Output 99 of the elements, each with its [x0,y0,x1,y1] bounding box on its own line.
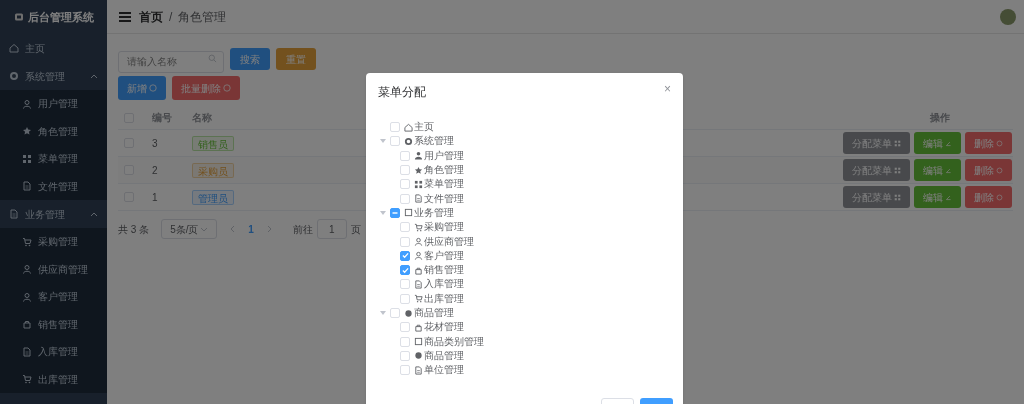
user-icon [414,237,423,246]
document-icon [414,279,423,289]
close-button[interactable]: × [664,83,671,95]
cart-icon [414,294,423,304]
grid-icon [414,179,423,189]
document-icon [414,194,423,204]
cart-icon [22,374,32,385]
goto-suffix: 页 [350,222,361,237]
dash-icon [392,209,398,216]
document-icon [22,181,32,192]
chevron-right-icon [265,225,273,233]
square-icon [414,337,423,347]
chevron-down-icon [200,225,209,233]
cart-icon [414,222,423,232]
user-icon [22,98,32,109]
grid-icon [22,153,32,164]
breadcrumb-item: 角色管理 [178,8,227,26]
tree-node-label[interactable]: 供应商管理 [424,236,474,247]
tree-node-label[interactable]: 入库管理 [424,279,464,290]
home-icon [9,43,19,53]
app-title: 后台管理系统 [27,9,94,25]
star-icon [414,165,423,175]
dialog-title: 菜单分配 [378,84,426,101]
tree-checkbox[interactable] [400,265,410,276]
edit-button[interactable]: 编辑 [914,159,961,181]
circle-icon [996,166,1003,174]
sidebar-subitem[interactable]: 采购管理 [0,228,107,256]
goto-label: 前往 [292,222,313,237]
sidebar-subitem[interactable]: 角色管理 [0,117,107,145]
search-icon [208,54,217,63]
edit-icon [945,139,952,147]
tree-node-label[interactable]: 角色管理 [424,165,464,176]
tree-node-label[interactable]: 客户管理 [424,250,464,261]
tree-node-label[interactable]: 用户管理 [424,150,464,161]
logo-icon [13,12,24,22]
circle-icon [414,351,423,361]
table-cell-text: 1 [152,190,158,205]
sidebar-subitem[interactable]: 销售管理 [0,310,107,338]
grid-icon [894,139,901,147]
gear-icon [9,71,19,81]
edit-button[interactable]: 编辑 [914,132,961,154]
circle-icon [996,139,1003,147]
home-icon [404,122,413,132]
document-icon [9,209,19,219]
plus-circle-icon [223,84,231,92]
bag-icon [414,322,423,332]
breadcrumb-item[interactable]: 首页 [139,7,163,26]
user-icon [22,291,32,302]
tree-node-label[interactable]: 商品管理 [424,350,464,361]
circle-icon [996,193,1003,201]
grid-icon [894,166,901,174]
tree-node-label[interactable]: 出库管理 [424,293,464,304]
tree-checkbox[interactable] [390,207,400,218]
reset-button[interactable]: 重置 [276,48,316,70]
tree-node-label[interactable]: 花材管理 [424,322,464,333]
tree-node-label[interactable]: 单位管理 [424,365,464,376]
search-button[interactable]: 搜索 [230,48,270,70]
tree-node-label[interactable]: 采购管理 [424,222,464,233]
sidebar-subitem[interactable]: 用户管理 [0,90,107,118]
gear-icon [404,136,413,146]
table-cell-text: 3 [152,136,158,151]
table-cell-text: 2 [152,163,158,178]
bag-icon [414,265,423,275]
tree-node-label[interactable]: 销售管理 [424,265,464,276]
tree-node-label[interactable]: 业务管理 [414,207,454,218]
add-button[interactable]: 新增 [118,76,166,100]
tree-node-label[interactable]: 商品管理 [414,308,454,318]
sidebar-subitem[interactable]: 文件管理 [0,172,107,200]
total-count: 共 3 条 [118,222,150,237]
page-size-select[interactable]: 5条/页 [161,219,218,239]
edit-icon [945,166,952,174]
bag-icon [22,319,32,330]
menu-icon[interactable] [119,11,131,22]
star-icon [22,126,32,137]
edit-button[interactable]: 编辑 [914,186,961,208]
sidebar-subitem[interactable]: 供应商管理 [0,255,107,283]
grid-icon [894,193,901,201]
sidebar-subitem[interactable]: 客户管理 [0,283,107,311]
tree-node-label[interactable]: 文件管理 [424,193,464,204]
user-icon [414,151,423,161]
goto-field[interactable]: 1 [316,219,347,239]
square-icon [404,208,413,218]
plus-circle-icon [149,84,157,92]
tree-node-label[interactable]: 菜单管理 [424,179,464,190]
avatar[interactable] [1000,8,1016,25]
chevron-left-icon [229,225,237,233]
document-icon [414,365,423,375]
tree-node-label[interactable]: 主页 [414,122,434,133]
tree-node-label[interactable]: 系统管理 [414,136,454,147]
edit-icon [945,193,952,201]
user-icon [22,264,32,275]
tree-node-label[interactable]: 商品类别管理 [424,336,484,347]
breadcrumb-separator: / [169,8,173,26]
cart-icon [22,236,32,247]
user-icon [414,251,423,261]
circle-icon [404,308,413,318]
tree-checkbox[interactable] [400,250,410,261]
document-icon [22,346,32,357]
page-number[interactable]: 1 [248,221,254,237]
